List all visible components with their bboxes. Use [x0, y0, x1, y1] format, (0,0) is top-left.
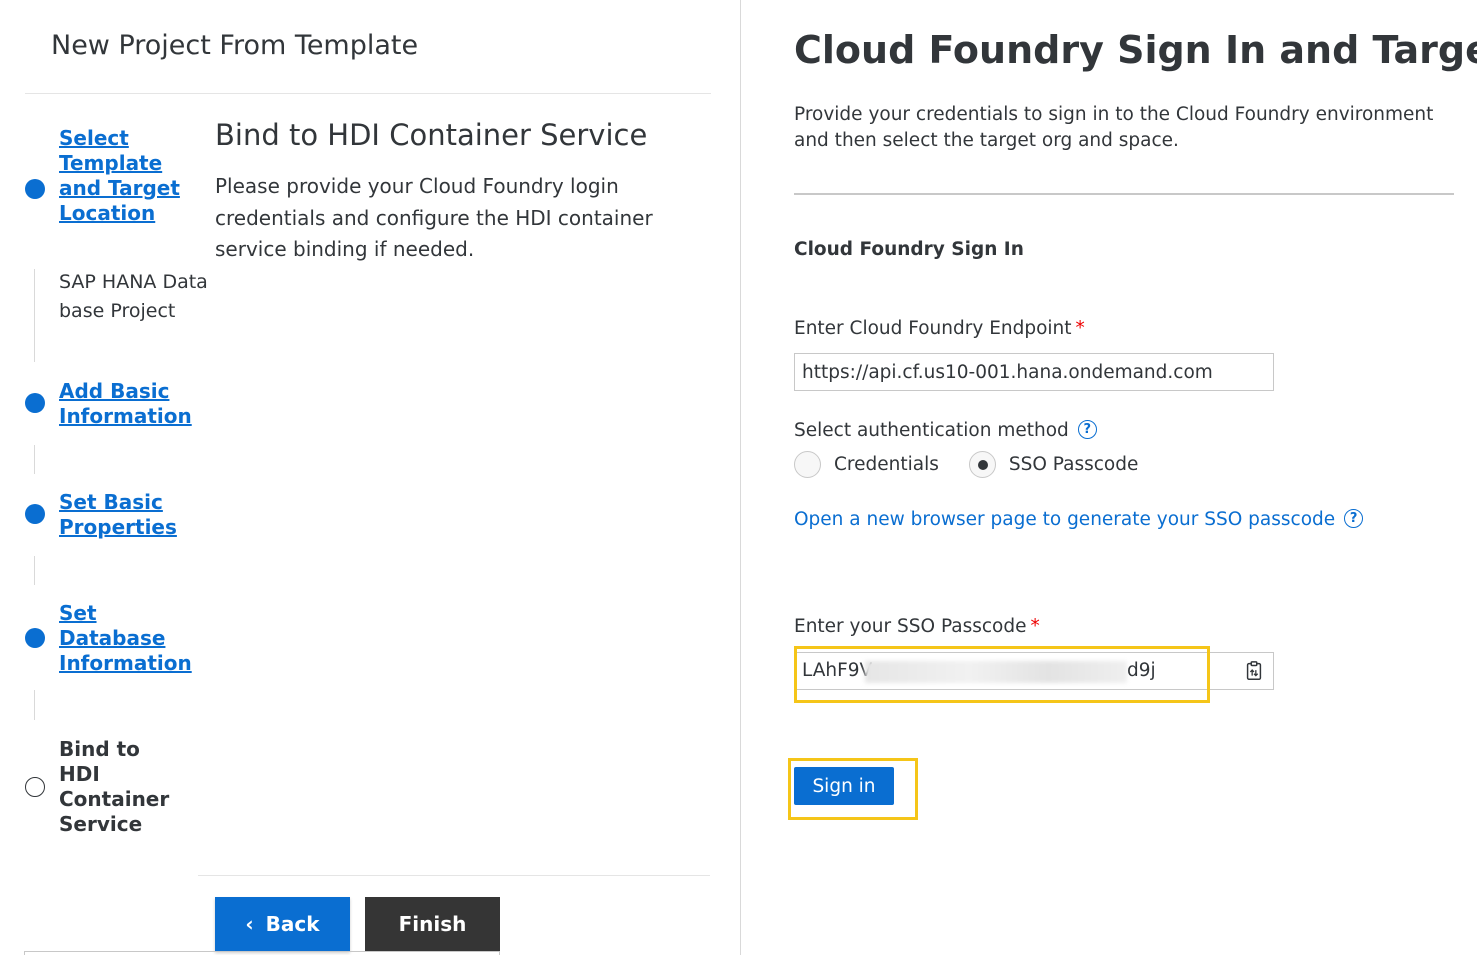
step-link-add-basic-info[interactable]: Add Basic Information: [59, 379, 199, 429]
radio-sso-label: SSO Passcode: [1008, 453, 1139, 475]
header-divider: [25, 93, 711, 94]
help-icon[interactable]: ?: [1077, 419, 1097, 439]
finish-button[interactable]: Finish: [365, 897, 500, 951]
back-button-label: Back: [265, 912, 320, 936]
required-mark: *: [1075, 318, 1085, 339]
paste-icon[interactable]: [1243, 660, 1265, 682]
wizard-title: New Project From Template: [51, 30, 419, 61]
step-connector: [34, 556, 35, 585]
cf-signin-panel: Cloud Foundry Sign In and Targets Provid…: [742, 0, 1477, 955]
cf-divider: [794, 193, 1454, 195]
step-link-select-template[interactable]: Select Template and Target Location: [59, 126, 199, 226]
section-title: Cloud Foundry Sign In: [794, 239, 1024, 260]
horizontal-scrollbar[interactable]: [24, 951, 500, 955]
step-link-set-basic-properties[interactable]: Set Basic Properties: [59, 490, 199, 540]
endpoint-input[interactable]: [794, 353, 1274, 391]
endpoint-label-text: Enter Cloud Foundry Endpoint: [794, 318, 1072, 339]
wizard-panel: New Project From Template Select Templat…: [0, 0, 740, 955]
auth-method-group: Credentials SSO Passcode: [794, 450, 1168, 478]
radio-circle-icon[interactable]: [794, 450, 821, 478]
step-subtitle: SAP HANA Data base Project: [59, 271, 208, 322]
step-label-bind-hdi: Bind to HDI Container Service: [59, 737, 170, 836]
step-link-set-database-info[interactable]: Set Database Information: [59, 601, 199, 676]
step-connector: [34, 690, 35, 720]
step-done-icon: [25, 504, 45, 524]
step-done-icon: [25, 179, 45, 199]
cf-title: Cloud Foundry Sign In and Targets: [794, 28, 1477, 72]
sso-passcode-link[interactable]: Open a new browser page to generate your…: [794, 509, 1335, 530]
step-description: Please provide your Cloud Foundry login …: [215, 174, 653, 261]
back-button[interactable]: ‹ Back: [215, 897, 350, 951]
help-icon[interactable]: ?: [1344, 508, 1364, 528]
radio-selected-icon[interactable]: [968, 450, 996, 478]
cf-description: Provide your credentials to sign in to t…: [794, 104, 1434, 151]
footer-divider: [198, 875, 710, 876]
step-done-icon: [25, 628, 45, 648]
sso-link-row: Open a new browser page to generate your…: [794, 508, 1364, 530]
chevron-left-icon: ‹: [245, 912, 254, 936]
panel-divider[interactable]: [740, 0, 741, 955]
auth-method-label-text: Select authentication method: [794, 420, 1069, 441]
passcode-label-text: Enter your SSO Passcode: [794, 616, 1027, 637]
endpoint-label: Enter Cloud Foundry Endpoint *: [794, 318, 1085, 339]
radio-sso-passcode[interactable]: SSO Passcode: [968, 450, 1139, 478]
radio-credentials-label: Credentials: [834, 453, 939, 475]
passcode-highlight: [794, 646, 1210, 703]
step-title: Bind to HDI Container Service: [215, 118, 648, 152]
required-mark: *: [1030, 616, 1040, 637]
step-current-icon: [25, 777, 45, 797]
step-connector: [34, 445, 35, 474]
auth-method-label: Select authentication method?: [794, 419, 1097, 441]
sign-in-highlight: [788, 758, 918, 820]
step-done-icon: [25, 393, 45, 413]
passcode-label: Enter your SSO Passcode *: [794, 616, 1040, 637]
step-connector: [34, 269, 35, 362]
radio-credentials[interactable]: Credentials: [794, 450, 939, 478]
